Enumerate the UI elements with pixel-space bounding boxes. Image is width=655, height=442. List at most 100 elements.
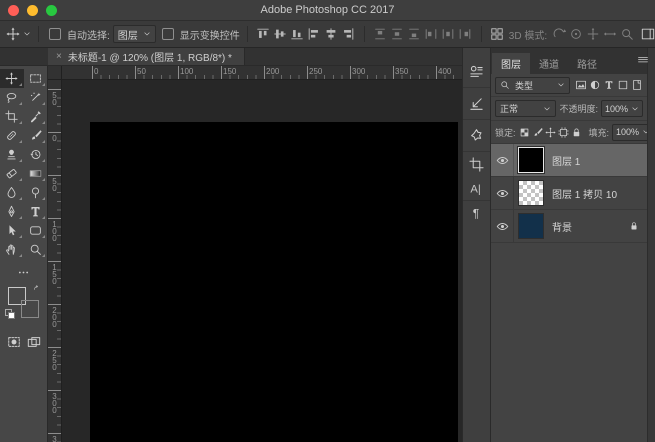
default-colors-icon[interactable] [5,309,14,318]
paragraph-panel-icon[interactable]: ¶ [463,201,490,225]
hand-tool[interactable] [0,240,24,259]
rectangle-tool[interactable] [24,221,48,240]
panel-tab[interactable]: 通道 [530,53,568,74]
3d-pan-icon[interactable] [584,25,601,43]
canvas-area[interactable]: 050100150200250300350400 500501001502002… [48,66,462,442]
document-canvas[interactable] [90,122,458,442]
visibility-toggle[interactable] [491,144,514,176]
dodge-tool[interactable] [24,183,48,202]
show-transform-checkbox[interactable] [162,28,174,40]
filter-adjustment-layers-icon[interactable] [589,79,601,91]
quick-mask-mode-icon[interactable] [7,335,21,349]
history-brush-tool[interactable] [24,145,48,164]
layer-name[interactable]: 背景 [552,219,572,234]
properties-panel-icon[interactable] [463,56,490,88]
layer-name[interactable]: 图层 1 拷贝 10 [552,186,617,201]
align-right-edges-icon[interactable] [340,25,357,43]
lasso-tool[interactable] [0,88,24,107]
brush-tool[interactable] [24,126,48,145]
eraser-tool[interactable] [0,164,24,183]
align-left-edges-icon[interactable] [306,25,323,43]
distribute-left-edges-icon[interactable] [423,25,440,43]
3d-slide-icon[interactable] [601,25,618,43]
crop-tool[interactable] [0,107,24,126]
move-tool[interactable] [0,69,24,88]
horizontal-ruler[interactable]: 050100150200250300350400 [61,66,462,80]
rectangular-marquee-tool[interactable] [24,69,48,88]
layer-thumbnail[interactable] [518,213,544,239]
layers-panel: 图层通道路径 类型 正常 不透明度: 100% [491,48,647,442]
align-horizontal-centers-icon[interactable] [323,25,340,43]
ruler-label: 250 [50,349,58,370]
ruler-label: 200 [50,306,58,327]
zoom-tool[interactable] [24,240,48,259]
info-panel-icon[interactable] [463,88,490,120]
blend-mode-dropdown[interactable]: 正常 [495,100,556,117]
background-color-swatch[interactable] [21,300,39,318]
layer-row[interactable]: 图层 1 拷贝 10 [491,177,647,210]
3d-roll-icon[interactable] [567,25,584,43]
minimize-button[interactable] [27,5,38,16]
panel-menu-icon[interactable] [637,54,647,66]
screen-mode-icon[interactable] [27,335,41,349]
workspace-switcher-icon[interactable] [641,27,655,41]
lock-position-icon[interactable] [545,127,556,138]
quick-selection-tool[interactable] [24,88,48,107]
eyedropper-tool[interactable] [24,107,48,126]
fill-field[interactable]: 100% [612,124,647,141]
character-panel-icon[interactable]: A| [463,176,490,201]
close-button[interactable] [8,5,19,16]
clone-stamp-tool[interactable] [0,145,24,164]
tool-preset-chevron-icon[interactable] [23,30,31,38]
path-selection-tool[interactable] [0,221,24,240]
filter-kind-dropdown[interactable]: 类型 [495,77,570,94]
distribute-vertical-centers-icon[interactable] [389,25,406,43]
visibility-toggle[interactable] [491,210,514,242]
spot-healing-brush-tool[interactable] [0,126,24,145]
filter-type-layers-icon[interactable] [603,79,615,91]
panel-tab[interactable]: 路径 [568,53,606,74]
filter-smart-objects-icon[interactable] [631,79,643,91]
lock-transparent-pixels-icon[interactable] [519,127,530,138]
auto-align-layers-button[interactable] [489,25,506,43]
distribute-top-edges-icon[interactable] [372,25,389,43]
pen-tool[interactable] [0,202,24,221]
vertical-ruler[interactable]: 50050100150200250300350 [48,79,62,442]
lock-image-pixels-icon[interactable] [532,127,543,138]
visibility-toggle[interactable] [491,177,514,209]
swap-colors-icon[interactable] [33,285,42,294]
blur-tool[interactable] [0,183,24,202]
tabbar-left-gap [0,48,48,66]
panel-tab[interactable]: 图层 [492,53,530,74]
layer-name[interactable]: 图层 1 [552,153,580,168]
opacity-field[interactable]: 100% [601,100,643,117]
ruler-label: 300 [50,392,58,413]
align-top-edges-icon[interactable] [255,25,272,43]
titlebar[interactable]: Adobe Photoshop CC 2017 [0,0,655,21]
layer-thumbnail[interactable] [518,147,544,173]
tab-close-icon[interactable]: × [56,51,62,62]
fullscreen-button[interactable] [46,5,57,16]
align-vertical-centers-icon[interactable] [272,25,289,43]
document-tab[interactable]: × 未标题-1 @ 120% (图层 1, RGB/8*) * [48,48,245,65]
3d-zoom-icon[interactable] [618,25,635,43]
type-tool[interactable] [24,202,48,221]
filter-shape-layers-icon[interactable] [617,79,629,91]
distribute-horizontal-centers-icon[interactable] [440,25,457,43]
align-bottom-edges-icon[interactable] [289,25,306,43]
crop-preview-panel-icon[interactable] [463,152,490,176]
layer-row[interactable]: 图层 1 [491,144,647,177]
layer-thumbnail[interactable] [518,180,544,206]
auto-select-target-dropdown[interactable]: 图层 [113,25,156,43]
auto-select-checkbox[interactable] [49,28,61,40]
distribute-right-edges-icon[interactable] [457,25,474,43]
gradient-tool[interactable] [24,164,48,183]
lock-artboard-icon[interactable] [558,127,569,138]
distribute-bottom-edges-icon[interactable] [406,25,423,43]
edit-toolbar-ellipsis-icon[interactable] [17,266,30,279]
shapes-panel-icon[interactable] [463,120,490,152]
3d-orbit-icon[interactable] [550,25,567,43]
filter-pixel-layers-icon[interactable] [575,79,587,91]
lock-all-icon[interactable] [571,127,582,138]
layer-row[interactable]: 背景 [491,210,647,243]
